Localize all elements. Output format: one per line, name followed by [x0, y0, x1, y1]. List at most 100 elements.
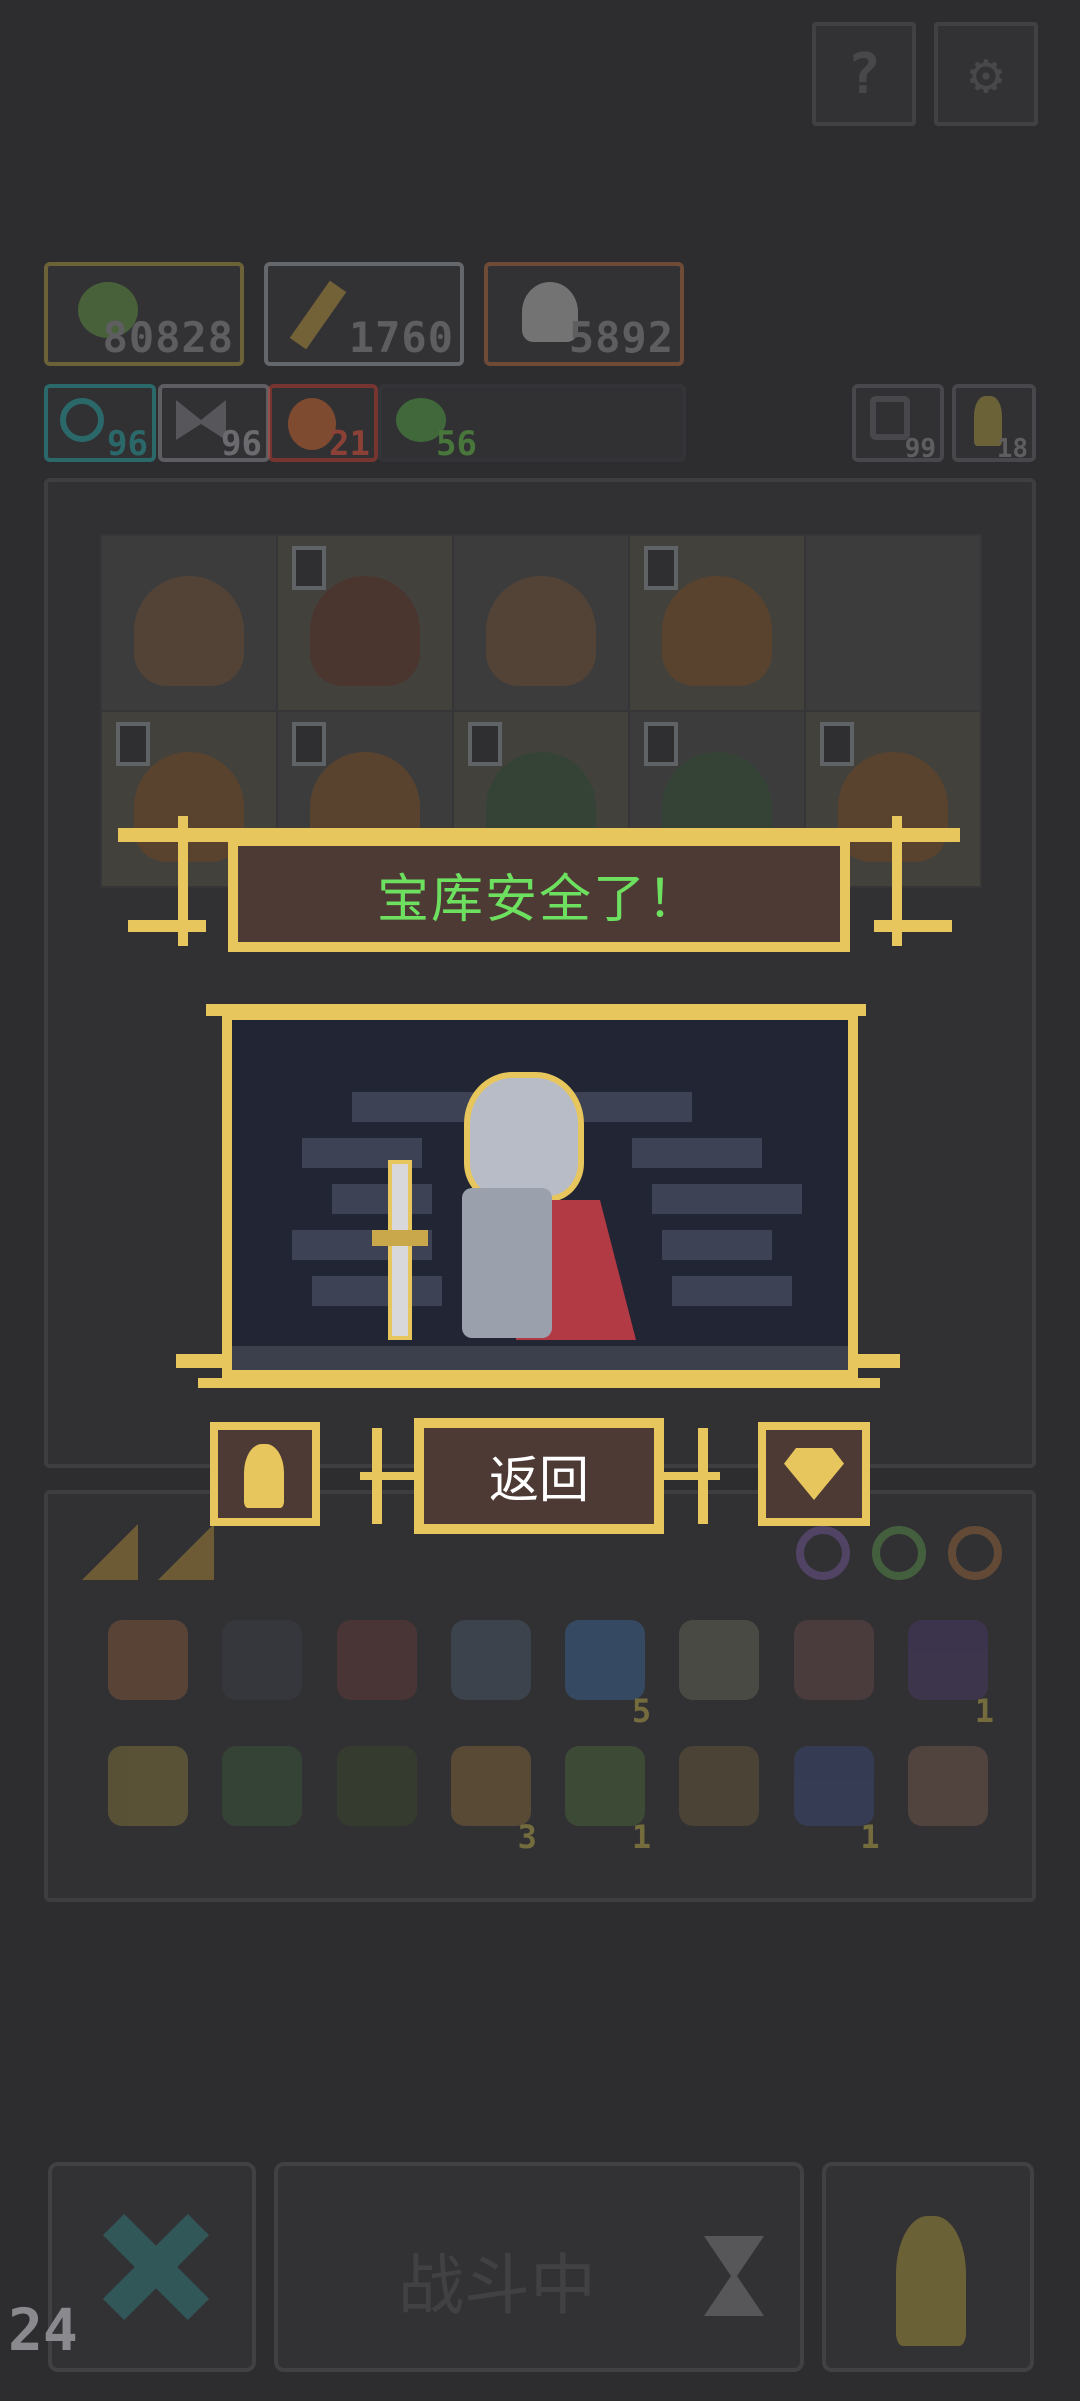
level-badge: [820, 722, 854, 766]
resource-staff: 1760: [264, 262, 464, 366]
cake-item[interactable]: [679, 1746, 760, 1846]
dialog-image: [232, 1020, 848, 1370]
item-count: 3: [517, 1818, 537, 1856]
arrow-icon: [222, 1746, 303, 1826]
staff-icon: [108, 1746, 188, 1826]
chest-icon: [793, 1620, 874, 1700]
arrow-item[interactable]: [222, 1746, 303, 1846]
pawn-icon: [244, 1444, 284, 1508]
hourglass-item[interactable]: 1: [793, 1746, 880, 1856]
swirl-icon: [60, 398, 104, 442]
stat-sprout: 56: [378, 384, 686, 464]
stat-moth-value: 96: [221, 424, 262, 464]
stat-swirl-value: 96: [107, 424, 148, 464]
settings-button[interactable]: ⚙: [934, 22, 1038, 126]
cake-icon: [679, 1746, 760, 1826]
pawn-button[interactable]: [822, 2162, 1034, 2372]
level-badge: [644, 722, 678, 766]
helmet-icon: [336, 1620, 417, 1700]
resource-seeds: 80828: [44, 262, 244, 366]
staff-item[interactable]: [108, 1746, 188, 1846]
stat-fire-value: 21: [329, 424, 370, 464]
ring-icon: [450, 1746, 531, 1826]
dialog-banner: 宝库安全了！: [228, 836, 850, 952]
dialog-title: 宝库安全了！: [376, 869, 701, 930]
jar-item[interactable]: 1: [907, 1620, 994, 1730]
hourglass-icon: [793, 1746, 874, 1826]
pawn-counter-value: 18: [996, 434, 1028, 464]
refresh-counter-value: 99: [904, 434, 936, 464]
ring-orange-icon[interactable]: [948, 1526, 1002, 1580]
staff-icon: [289, 280, 347, 350]
refresh-counter[interactable]: 99: [852, 384, 944, 464]
mask-item[interactable]: [108, 1620, 188, 1720]
level-badge: [292, 546, 326, 590]
whirl-icon: [450, 1620, 531, 1700]
level-badge: [644, 546, 678, 590]
battle-status-button[interactable]: 战斗中: [274, 2162, 804, 2372]
item-count: 1: [631, 1818, 652, 1856]
hand-item[interactable]: [907, 1746, 988, 1846]
resource-ghost: 5892: [484, 262, 684, 366]
floor: [232, 1346, 848, 1370]
stat-sprout-value: 56: [436, 424, 477, 464]
leaf-icon: [565, 1746, 646, 1826]
pawn-tab-button[interactable]: [210, 1422, 320, 1526]
fps-counter: 24: [8, 2296, 78, 2364]
battle-status-label: 战斗中: [398, 2247, 596, 2324]
knight-armor: [462, 1188, 552, 1338]
resource-seeds-value: 80828: [102, 313, 234, 362]
stat-fire: 21: [268, 384, 378, 464]
item-count: 5: [631, 1692, 652, 1730]
level-badge: [468, 722, 502, 766]
creature-icon: [134, 576, 244, 686]
shield-item[interactable]: [222, 1620, 303, 1720]
inventory-row: 51: [108, 1620, 994, 1730]
knight-helmet: [464, 1072, 584, 1202]
orb-item[interactable]: 5: [565, 1620, 651, 1730]
return-button-label: 返回: [489, 1451, 589, 1509]
item-count: 1: [974, 1692, 994, 1730]
pawn-icon: [896, 2216, 966, 2346]
help-button[interactable]: ?: [812, 22, 916, 126]
pawn-counter[interactable]: 18: [952, 384, 1036, 464]
level-badge: [116, 722, 150, 766]
board-cell[interactable]: [628, 534, 806, 712]
board-cell[interactable]: [276, 534, 454, 712]
stat-swirl: 96: [44, 384, 156, 464]
crown-item[interactable]: [679, 1620, 760, 1720]
crown-icon: [679, 1620, 760, 1700]
creature-icon: [486, 576, 596, 686]
return-button[interactable]: 返回: [414, 1418, 664, 1534]
helmet-item[interactable]: [336, 1620, 417, 1720]
gem-icon: [784, 1448, 844, 1500]
chest-item[interactable]: [793, 1620, 874, 1720]
inventory-row: 3 1 1: [108, 1746, 988, 1856]
orb-icon: [565, 1620, 646, 1700]
mask-icon: [108, 1620, 188, 1700]
moth-icon: [176, 400, 226, 440]
board-cell[interactable]: [804, 534, 982, 712]
whirl-item[interactable]: [450, 1620, 531, 1720]
creature-icon: [310, 576, 420, 686]
item-count: 1: [860, 1818, 880, 1856]
leaf-item[interactable]: 1: [565, 1746, 651, 1856]
dialog-image-frame: [222, 1010, 858, 1380]
ring-purple-icon[interactable]: [796, 1526, 850, 1580]
pot-icon: [336, 1746, 417, 1826]
sword-icon: [388, 1160, 412, 1340]
board-cell[interactable]: [100, 534, 278, 712]
resource-ghost-value: 5892: [568, 313, 674, 362]
shield-icon: [222, 1620, 303, 1700]
creature-icon: [662, 576, 772, 686]
cancel-button[interactable]: [48, 2162, 256, 2372]
hand-icon: [907, 1746, 988, 1826]
gem-tab-button[interactable]: [758, 1422, 870, 1526]
hourglass-icon: [704, 2236, 764, 2316]
pot-item[interactable]: [336, 1746, 417, 1846]
board-cell[interactable]: [452, 534, 630, 712]
resource-staff-value: 1760: [348, 313, 454, 362]
ring-green-icon[interactable]: [872, 1526, 926, 1580]
ring-item[interactable]: 3: [450, 1746, 537, 1856]
stat-moth: 96: [158, 384, 270, 464]
